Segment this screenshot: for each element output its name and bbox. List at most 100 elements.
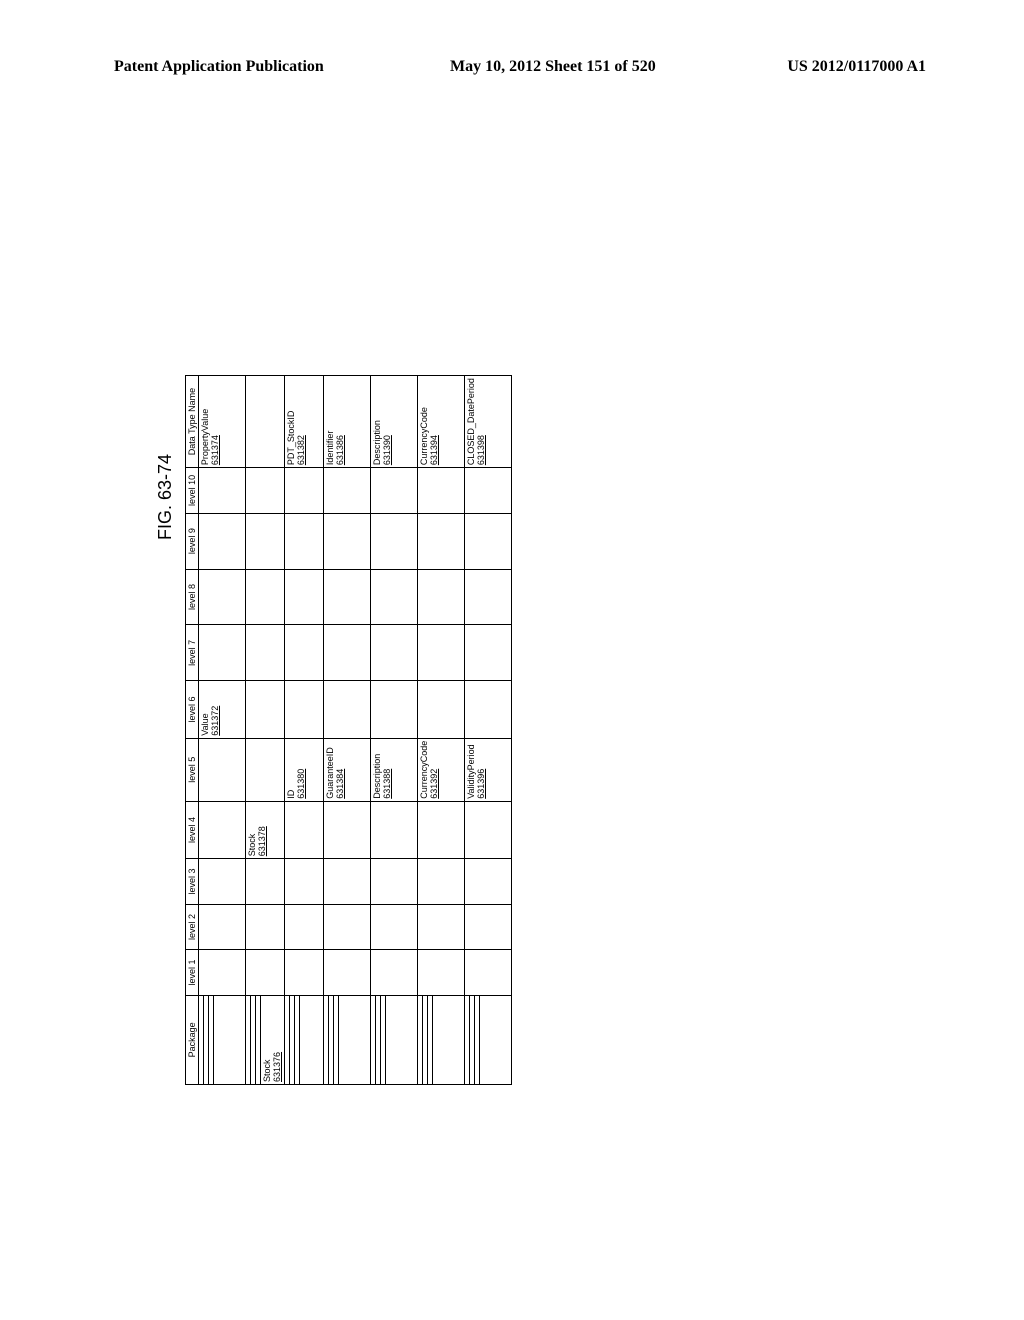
datatype-ref: 631374	[210, 435, 220, 465]
cell-level4	[418, 801, 465, 858]
level5-label: GuaranteeID	[325, 747, 335, 799]
datatype-label: Description	[372, 420, 382, 465]
cell-level7	[246, 625, 285, 681]
col-datatype: Data Type Name	[186, 376, 199, 468]
cell-level5	[199, 738, 246, 801]
cell-level3	[285, 859, 324, 905]
cell-level8	[285, 569, 324, 625]
col-level-8: level 8	[186, 569, 199, 625]
table-row: GuaranteeID 631384 Identifier 631386	[324, 376, 371, 1085]
table-row: Stock 631376 Stock 631378	[246, 376, 285, 1085]
datatype-label: PDT_StockID	[286, 411, 296, 466]
cell-datatype: Identifier 631386	[324, 376, 371, 468]
cell-level5: Description 631388	[371, 738, 418, 801]
cell-level8	[418, 569, 465, 625]
level6-label: Value	[200, 713, 210, 735]
cell-level6	[418, 681, 465, 738]
cell-datatype	[246, 376, 285, 468]
cell-level4	[371, 801, 418, 858]
cell-level6: Value 631372	[199, 681, 246, 738]
cell-level1	[418, 950, 465, 996]
cell-level2	[418, 904, 465, 950]
table-row: ValidityPeriod 631396 CLOSED_DatePeriod …	[465, 376, 512, 1085]
datatype-label: PropertyValue	[200, 409, 210, 465]
datatype-label: Identifier	[325, 431, 335, 466]
cell-level8	[199, 569, 246, 625]
level6-ref: 631372	[210, 706, 220, 736]
cell-level7	[371, 625, 418, 681]
level5-label: ValidityPeriod	[466, 744, 476, 798]
col-level-10: level 10	[186, 468, 199, 514]
cell-level3	[371, 859, 418, 905]
cell-level9	[246, 513, 285, 569]
cell-package	[324, 995, 371, 1084]
level5-label: ID	[286, 790, 296, 799]
cell-level2	[324, 904, 371, 950]
datatype-ref: 631398	[476, 435, 486, 465]
cell-level8	[246, 569, 285, 625]
cell-level8	[371, 569, 418, 625]
cell-datatype: CurrencyCode 631394	[418, 376, 465, 468]
datatype-ref: 631382	[296, 435, 306, 465]
cell-level7	[465, 625, 512, 681]
cell-package	[418, 995, 465, 1084]
cell-level4: Stock 631378	[246, 801, 285, 858]
figure-label: FIG. 63-74	[155, 454, 176, 540]
cell-level3	[465, 859, 512, 905]
cell-level6	[324, 681, 371, 738]
cell-level1	[371, 950, 418, 996]
package-label: Stock	[262, 1059, 272, 1082]
cell-level6	[465, 681, 512, 738]
figure-area: FIG. 63-74 Package level 1 level 2 level…	[135, 220, 895, 1100]
cell-level7	[199, 625, 246, 681]
col-level-6: level 6	[186, 681, 199, 738]
cell-level4	[199, 801, 246, 858]
col-level-9: level 9	[186, 513, 199, 569]
cell-level3	[418, 859, 465, 905]
col-level-5: level 5	[186, 738, 199, 801]
cell-level9	[285, 513, 324, 569]
cell-datatype: PDT_StockID 631382	[285, 376, 324, 468]
cell-package	[465, 995, 512, 1084]
datatype-ref: 631394	[429, 435, 439, 465]
datatype-label: CurrencyCode	[419, 407, 429, 465]
col-level-3: level 3	[186, 859, 199, 905]
package-ref: 631376	[272, 1052, 282, 1082]
level5-ref: 631392	[429, 769, 439, 799]
cell-level9	[324, 513, 371, 569]
cell-level4	[465, 801, 512, 858]
table-row: CurrencyCode 631392 CurrencyCode 631394	[418, 376, 465, 1085]
data-table: Package level 1 level 2 level 3 level 4 …	[185, 375, 512, 1085]
table-row: ID 631380 PDT_StockID 631382	[285, 376, 324, 1085]
col-package: Package	[186, 995, 199, 1084]
cell-datatype: PropertyValue 631374	[199, 376, 246, 468]
cell-level2	[285, 904, 324, 950]
cell-package: Stock 631376	[246, 995, 285, 1084]
cell-level8	[324, 569, 371, 625]
cell-level10	[371, 468, 418, 514]
cell-datatype: Description 631390	[371, 376, 418, 468]
cell-level4	[324, 801, 371, 858]
cell-level9	[418, 513, 465, 569]
datatype-ref: 631386	[335, 435, 345, 465]
cell-level7	[418, 625, 465, 681]
cell-level5: CurrencyCode 631392	[418, 738, 465, 801]
header-sheet-info: May 10, 2012 Sheet 151 of 520	[450, 58, 656, 76]
col-level-1: level 1	[186, 950, 199, 996]
col-level-7: level 7	[186, 625, 199, 681]
level5-ref: 631396	[476, 769, 486, 799]
cell-level1	[285, 950, 324, 996]
cell-level7	[285, 625, 324, 681]
cell-level1	[246, 950, 285, 996]
cell-level1	[324, 950, 371, 996]
level5-ref: 631384	[335, 769, 345, 799]
table-row: Value 631372 PropertyValue 631374	[199, 376, 246, 1085]
cell-level9	[465, 513, 512, 569]
cell-level9	[371, 513, 418, 569]
cell-level2	[371, 904, 418, 950]
cell-level10	[199, 468, 246, 514]
cell-level6	[285, 681, 324, 738]
cell-level1	[199, 950, 246, 996]
table-header-row: Package level 1 level 2 level 3 level 4 …	[186, 376, 199, 1085]
cell-level5: ID 631380	[285, 738, 324, 801]
